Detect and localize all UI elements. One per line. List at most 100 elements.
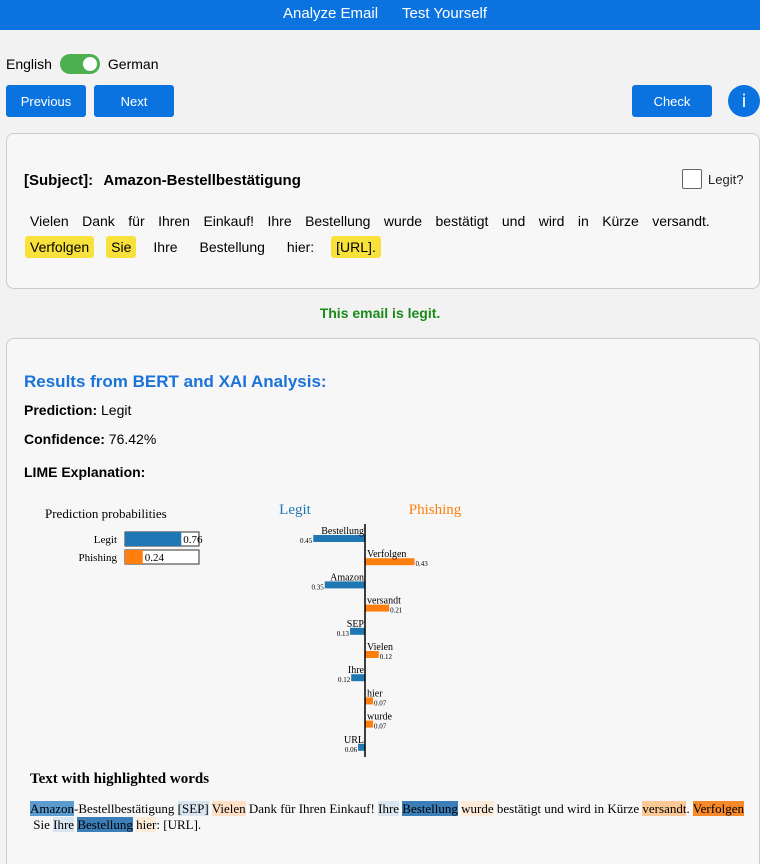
highlighted-token: [SEP] [177,801,209,816]
subject-text: Amazon-Bestellbestätigung [103,172,301,189]
toggle-knob [82,57,97,71]
results-title: Results from BERT and XAI Analysis: [24,372,327,391]
nav-test-yourself[interactable]: Test Yourself [402,5,487,22]
weight-value-label: 0.21 [390,607,403,615]
weights-left-label: Legit [279,502,311,518]
body-word: wird [538,213,565,229]
body-word: bestätigt [435,213,489,229]
highlighted-text: Amazon-Bestellbestätigung [SEP] Vielen D… [30,801,750,833]
highlighted-text-title: Text with highlighted words [30,771,210,787]
body-word: in [577,213,589,229]
body-word: und [501,213,526,229]
weight-value-label: 0.13 [337,630,350,638]
weight-word-label: Amazon [330,572,364,583]
weight-word-label: SEP [347,619,365,630]
highlighted-token: Ihre [53,817,75,832]
lime-explanation-label: LIME Explanation: [24,464,146,480]
probability-bar [125,550,143,564]
body-word: versandt. [652,213,710,229]
plain-token: bestätigt und wird in Kürze [493,801,643,816]
probabilities-title: Prediction probabilities [45,506,167,521]
body-word: Einkauf! [203,213,255,229]
highlighted-token: hier [136,817,157,832]
check-button[interactable]: Check [632,85,712,117]
weight-value-label: 0.12 [338,676,351,684]
highlighted-word: [URL]. [331,236,381,258]
verdict-message: This email is legit. [319,305,441,321]
results-card: Results from BERT and XAI Analysis: Pred… [6,338,760,864]
body-word: Ihren [158,213,190,229]
plain-token: . [686,801,693,816]
weight-word-label: hier [367,688,383,699]
top-nav-bar: Analyze Email Test Yourself [0,0,760,30]
previous-button[interactable]: Previous [6,85,86,117]
weight-word-label: Verfolgen [367,549,406,560]
body-word: Ihre [153,239,178,255]
next-button[interactable]: Next [94,85,174,117]
body-word: Bestellung [305,213,371,229]
weights-right-label: Phishing [409,502,462,518]
weight-value-label: 0.43 [415,560,428,568]
email-card: [Subject]: Amazon-Bestellbestätigung Leg… [6,133,760,289]
highlighted-word: Verfolgen [25,236,95,258]
body-word: wurde [383,213,423,229]
weight-value-label: 0.07 [374,723,387,731]
body-word: Bestellung [199,239,265,255]
language-switch: English German [6,53,159,75]
weight-value-label: 0.35 [312,583,325,591]
lime-chart: Prediction probabilities Legit 0.76 Phishin… [45,502,462,757]
legit-checkbox-label: Legit? [708,171,744,187]
subject-label: [Subject]: [24,172,94,189]
legit-checkbox[interactable] [682,169,702,189]
probability-value-label: 0.24 [145,552,165,564]
weight-value-label: 0.12 [380,653,393,661]
info-button[interactable]: i [728,85,760,117]
language-english-label: English [6,56,52,72]
plain-token: -Bestellbestätigung [74,801,178,816]
body-word: Dank [82,213,115,229]
weight-value-label: 0.07 [374,699,387,707]
email-body-line-1: Vielen Dank für Ihren Einkauf! Ihre Bestellung… [25,210,715,232]
highlighted-token: Vielen [211,801,246,816]
weight-word-label: URL [344,735,364,746]
probability-bar [125,532,182,546]
language-german-label: German [107,56,159,72]
legit-checkbox-group: Legit? [682,169,743,189]
highlighted-token: versandt [642,801,687,816]
plain-token: Dank für Ihren Einkauf! [245,801,379,816]
weight-word-label: versandt [367,596,401,607]
weight-word-label: Vielen [367,642,393,653]
prediction-label: Prediction: [24,402,98,418]
email-subject: [Subject]: Amazon-Bestellbestätigung [24,172,301,189]
body-word: für [128,213,145,229]
probability-value-label: 0.76 [183,534,203,546]
weight-value-label: 0.45 [300,537,313,545]
body-word: Kürze [602,213,639,229]
body-word: Ihre [267,213,292,229]
highlighted-token: Ihre [378,801,400,816]
body-word: Vielen [30,213,69,229]
highlighted-word: Sie [106,236,137,258]
nav-analyze-email[interactable]: Analyze Email [283,5,378,22]
plain-token: Sie [30,817,54,832]
highlighted-token: Bestellung [402,801,458,816]
probability-class-label: Legit [94,534,117,546]
weight-word-label: Bestellung [321,526,364,537]
plain-token: : [URL]. [156,817,202,832]
prediction-line: Prediction: Legit [24,402,131,418]
highlighted-token: Bestellung [77,817,133,832]
weight-value-label: 0.06 [345,746,358,754]
probability-class-label: Phishing [78,552,117,564]
highlighted-token: wurde [461,801,494,816]
confidence-label: Confidence: [24,431,105,447]
confidence-value: 76.42% [108,431,157,447]
weight-word-label: Ihre [348,665,365,676]
highlighted-token: Verfolgen [692,801,744,816]
prediction-value: Legit [101,402,132,418]
email-body-line-2: Verfolgen Sie Ihre Bestellung hier: [URL]. [25,236,381,258]
language-toggle[interactable] [59,54,100,74]
highlighted-token: Amazon [30,801,75,816]
weight-word-label: wurde [367,712,393,723]
confidence-line: Confidence: 76.42% [24,431,156,447]
body-word: hier: [286,239,315,255]
